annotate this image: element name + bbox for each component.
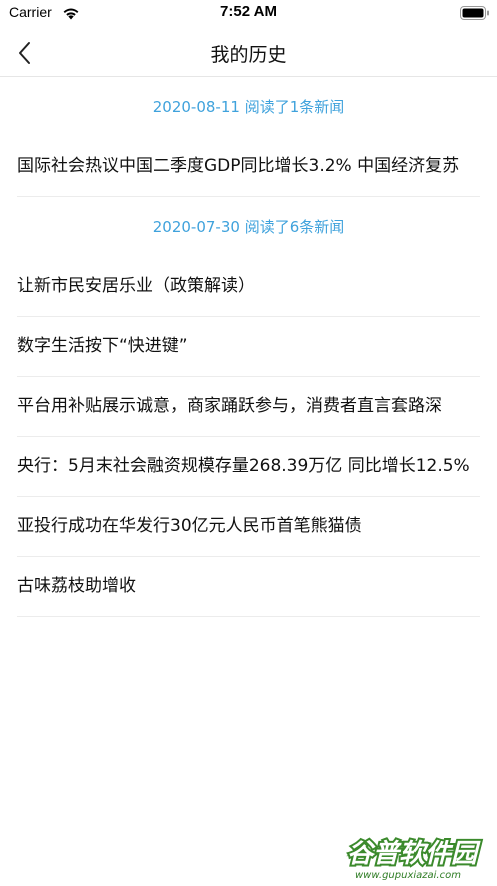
news-list-item[interactable]: 数字生活按下“快进键” <box>17 317 480 377</box>
news-list-item[interactable]: 平台用补贴展示诚意，商家踊跃参与，消费者直言套路深 <box>17 377 480 437</box>
date-group-header: 2020-08-11 阅读了1条新闻 <box>152 98 345 116</box>
news-list-item[interactable]: 央行：5月末社会融资规模存量268.39万亿 同比增长12.5% <box>17 437 480 497</box>
svg-text:谷普软件园: 谷普软件园 <box>347 839 481 869</box>
clock: 7:52 AM <box>220 3 277 20</box>
news-list-item[interactable]: 古味荔枝助增收 <box>17 557 480 617</box>
page-title: 我的历史 <box>210 44 287 66</box>
status-bar: Carrier 7:52 AM <box>0 0 497 30</box>
navigation-bar: 我的历史 <box>0 30 497 77</box>
news-list-item[interactable]: 国际社会热议中国二季度GDP同比增长3.2% 中国经济复苏 <box>17 137 480 197</box>
site-watermark: 谷普软件园 www.gupuxiazai.com <box>345 832 495 882</box>
svg-text:www.gupuxiazai.com: www.gupuxiazai.com <box>355 870 461 881</box>
date-group-header: 2020-07-30 阅读了6条新闻 <box>152 218 345 236</box>
battery-icon <box>460 5 490 24</box>
history-list: 2020-08-11 阅读了1条新闻 国际社会热议中国二季度GDP同比增长3.2… <box>0 77 497 617</box>
news-list-item[interactable]: 亚投行成功在华发行30亿元人民币首笔熊猫债 <box>17 497 480 557</box>
news-list-item[interactable]: 让新市民安居乐业（政策解读） <box>17 257 480 317</box>
